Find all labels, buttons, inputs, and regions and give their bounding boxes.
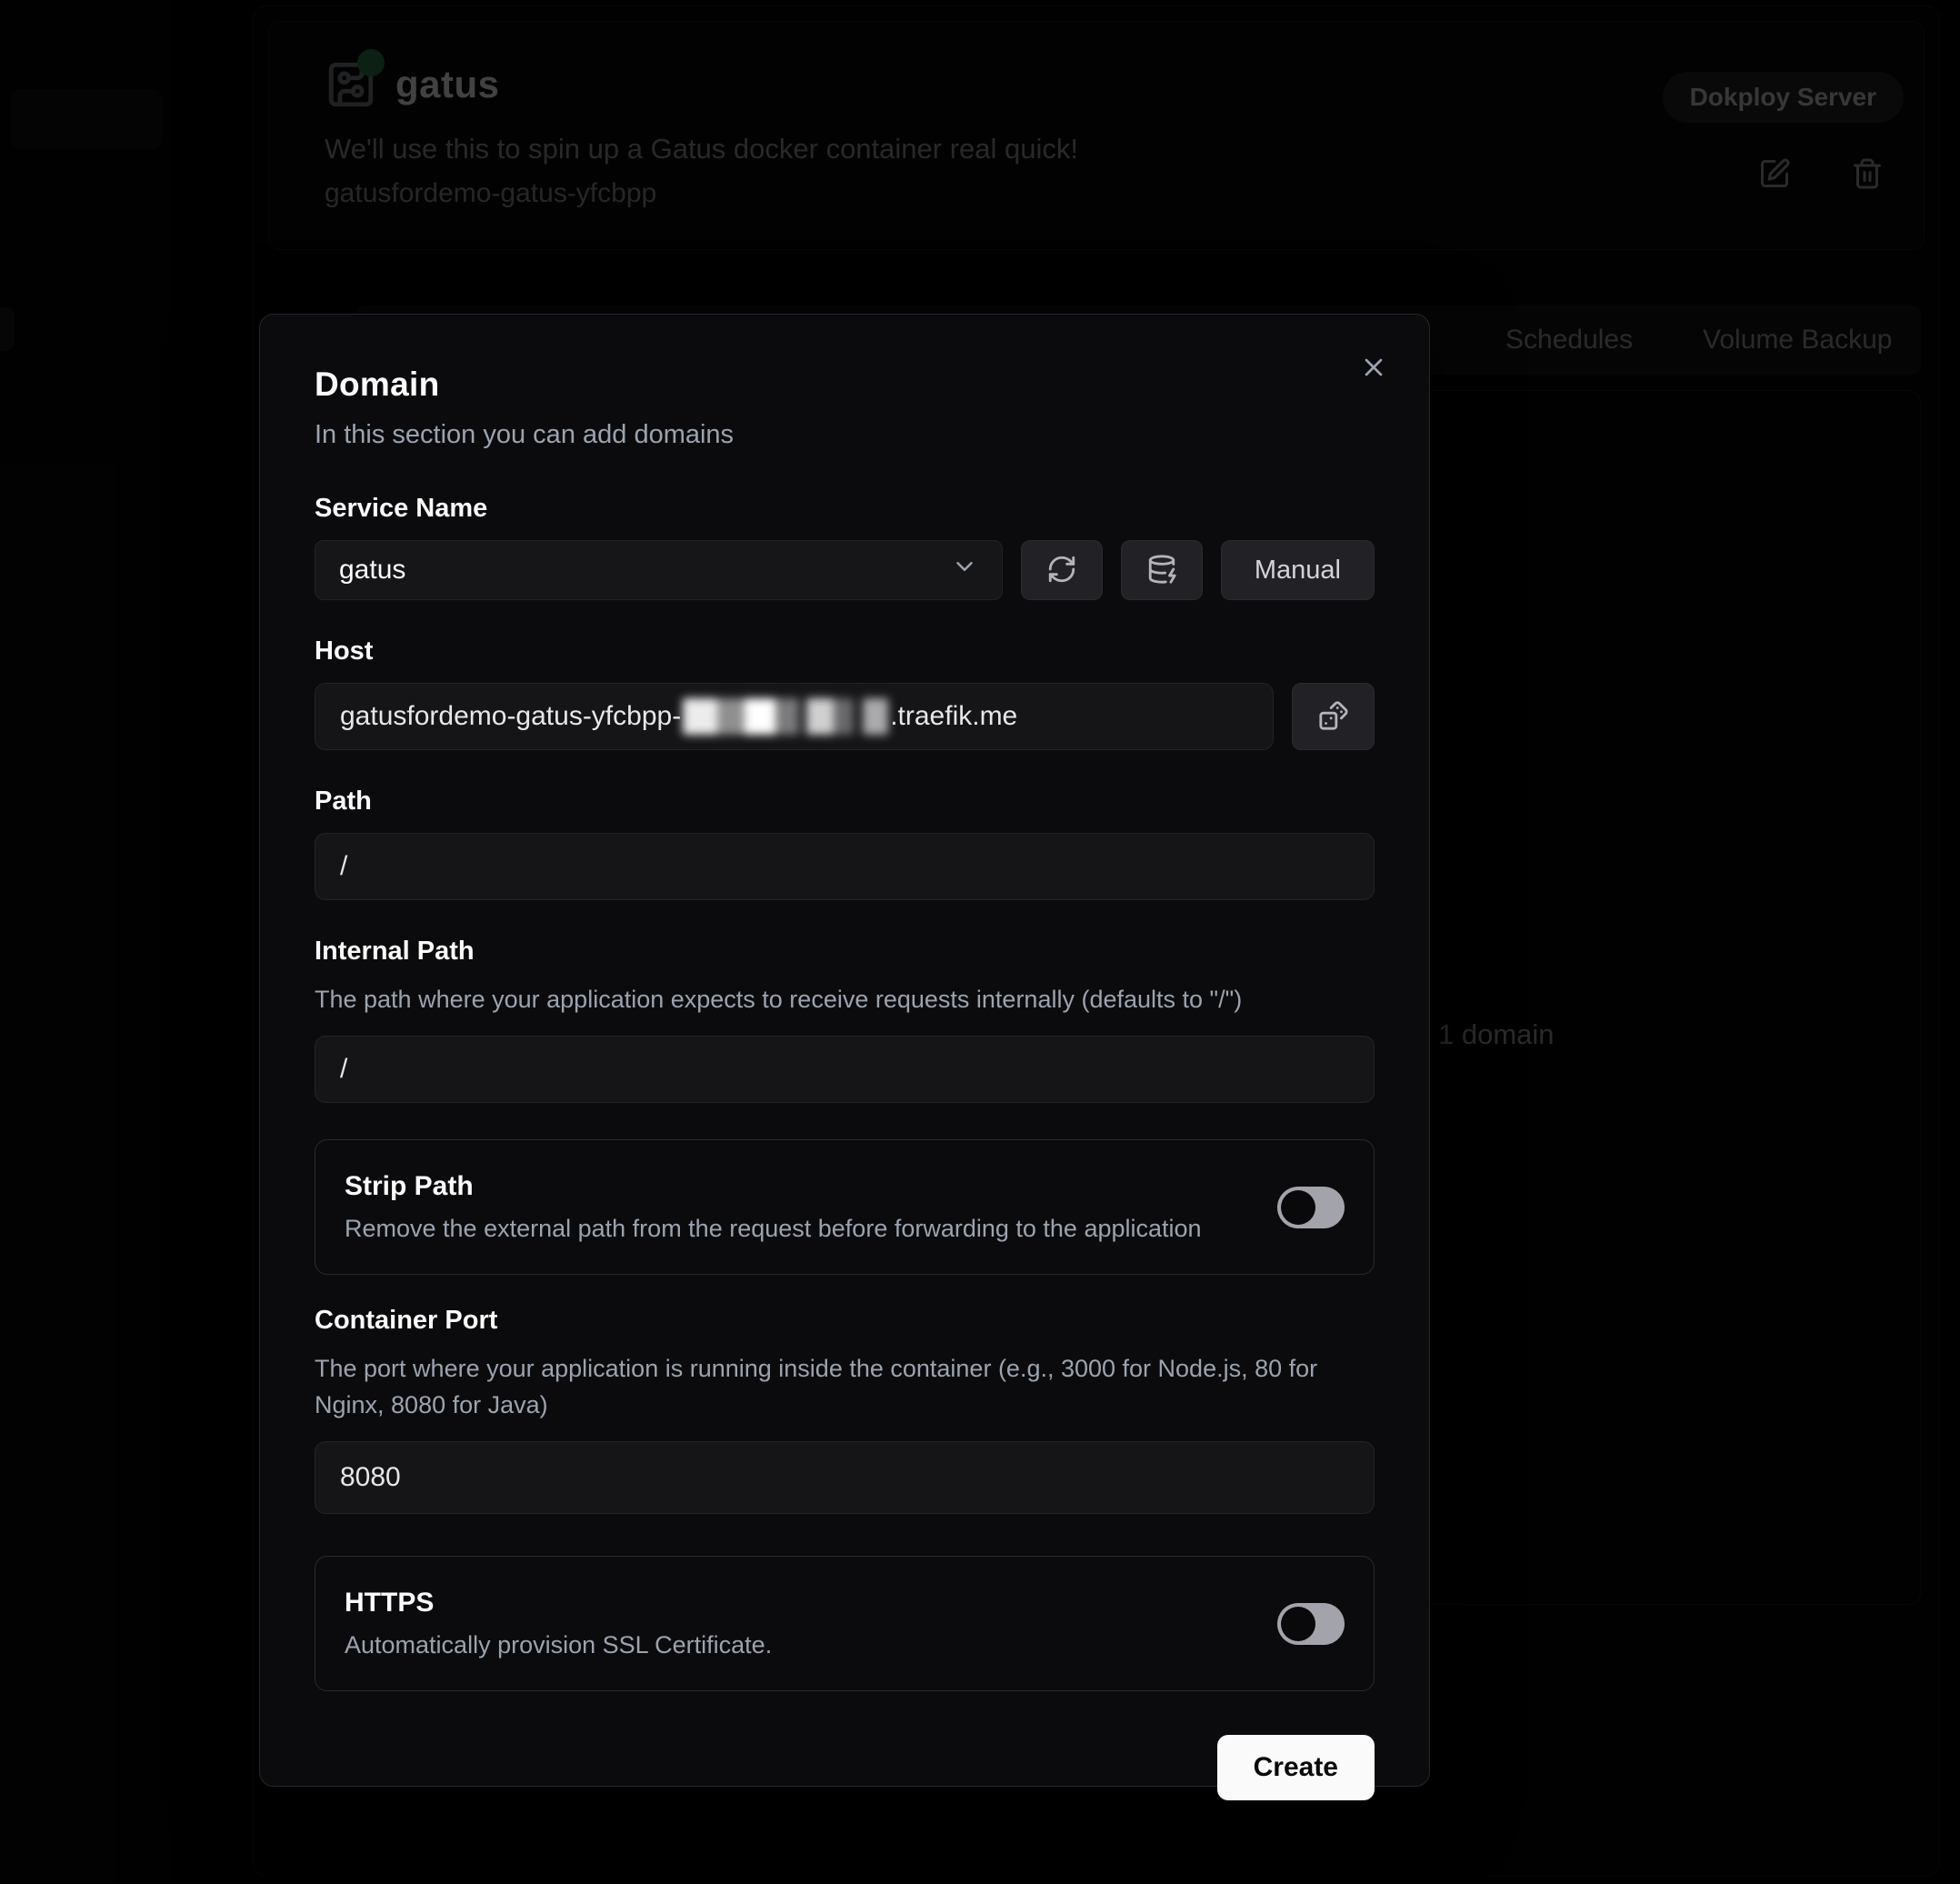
service-name-select[interactable]: gatus <box>315 540 1003 600</box>
https-toggle[interactable] <box>1277 1603 1345 1645</box>
https-toggle-thumb <box>1281 1607 1315 1641</box>
container-port-input[interactable] <box>315 1441 1375 1514</box>
dices-icon <box>1318 700 1349 734</box>
https-description: Automatically provision SSL Certificate. <box>345 1631 772 1659</box>
fetch-from-database-button[interactable] <box>1121 540 1203 600</box>
modal-footer: Create <box>315 1735 1375 1800</box>
path-label: Path <box>315 787 1375 817</box>
chevron-down-icon <box>951 553 978 587</box>
modal-title: Domain <box>315 366 1375 404</box>
service-name-label: Service Name <box>315 494 1375 524</box>
create-button[interactable]: Create <box>1217 1735 1375 1800</box>
strip-path-description: Remove the external path from the reques… <box>345 1215 1202 1243</box>
refresh-services-button[interactable] <box>1021 540 1103 600</box>
strip-path-card: Strip Path Remove the external path from… <box>315 1139 1375 1275</box>
close-icon[interactable] <box>1358 353 1389 384</box>
strip-path-title: Strip Path <box>345 1171 1202 1202</box>
https-title: HTTPS <box>345 1588 772 1618</box>
https-card: HTTPS Automatically provision SSL Certif… <box>315 1556 1375 1691</box>
internal-path-input[interactable] <box>315 1036 1375 1103</box>
container-port-label: Container Port <box>315 1306 1375 1336</box>
refresh-icon <box>1046 554 1077 587</box>
internal-path-description: The path where your application expects … <box>315 981 1375 1017</box>
host-value-suffix: .traefik.me <box>890 701 1017 732</box>
strip-path-toggle-thumb <box>1281 1190 1315 1225</box>
domain-modal: Domain In this section you can add domai… <box>259 314 1430 1787</box>
generate-random-domain-button[interactable] <box>1292 683 1375 750</box>
path-input[interactable] <box>315 833 1375 900</box>
service-name-value: gatus <box>339 555 405 586</box>
strip-path-text: Strip Path Remove the external path from… <box>345 1171 1202 1243</box>
manual-button[interactable]: Manual <box>1221 540 1375 600</box>
app-root: gatus We'll use this to spin up a Gatus … <box>0 0 1960 1884</box>
host-label: Host <box>315 636 1375 666</box>
https-text: HTTPS Automatically provision SSL Certif… <box>345 1588 772 1659</box>
container-port-description: The port where your application is runni… <box>315 1350 1375 1423</box>
database-zap-icon <box>1146 554 1177 587</box>
strip-path-toggle[interactable] <box>1277 1187 1345 1228</box>
redacted-host-segment <box>683 696 888 737</box>
service-name-row: gatus Manual <box>315 540 1375 600</box>
host-value-prefix: gatusfordemo-gatus-yfcbpp- <box>340 701 681 732</box>
modal-description: In this section you can add domains <box>315 420 1375 450</box>
host-row: gatusfordemo-gatus-yfcbpp- .traefik.me <box>315 683 1375 750</box>
internal-path-label: Internal Path <box>315 937 1375 967</box>
host-input[interactable]: gatusfordemo-gatus-yfcbpp- .traefik.me <box>315 683 1274 750</box>
